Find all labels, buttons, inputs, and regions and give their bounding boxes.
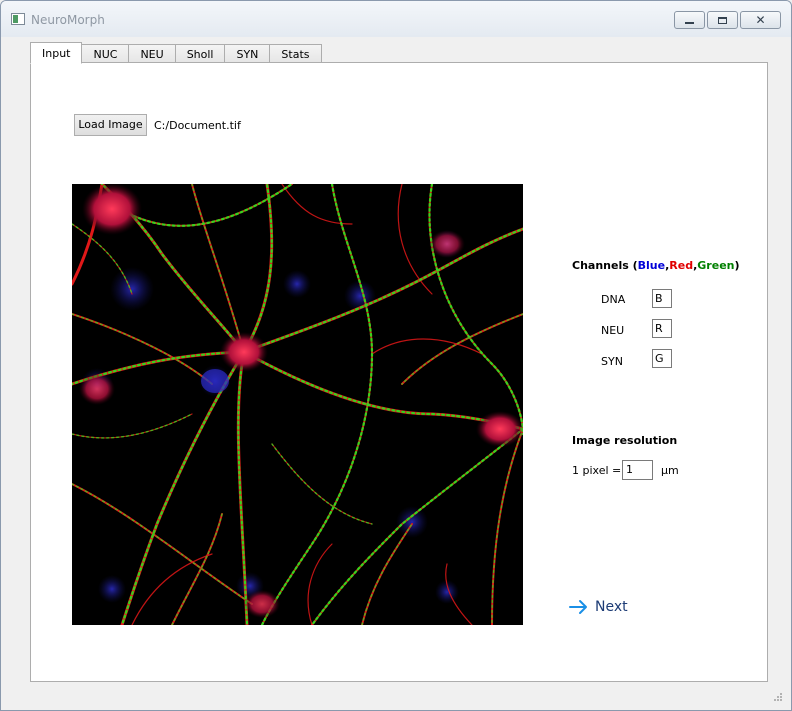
tab-neu[interactable]: NEU: [129, 44, 176, 63]
resolution-input[interactable]: 1: [622, 460, 653, 480]
title-bar: NeuroMorph ✕: [1, 1, 791, 37]
legend-red: Red: [669, 259, 694, 272]
tab-input[interactable]: Input: [30, 42, 83, 64]
tab-nuc[interactable]: NUC: [82, 44, 130, 63]
tab-bar: Input NUC NEU Sholl SYN Stats: [30, 42, 322, 64]
tab-stats[interactable]: Stats: [270, 44, 322, 63]
channel-label-dna: DNA: [601, 293, 626, 306]
channel-input-dna[interactable]: B: [652, 289, 672, 308]
minimize-icon: [685, 21, 694, 24]
neuron-image-graphic: [72, 184, 523, 625]
channels-title-text: Channels: [572, 259, 629, 272]
legend-blue: Blue: [637, 259, 666, 272]
channels-title: Channels (Blue,Red,Green): [572, 259, 740, 272]
file-path: C:/Document.tif: [154, 119, 241, 132]
channel-input-neu[interactable]: R: [652, 319, 672, 338]
resolution-unit: µm: [661, 464, 679, 477]
close-button[interactable]: ✕: [740, 11, 781, 29]
neuron-image: [72, 184, 523, 625]
channel-label-neu: NEU: [601, 324, 625, 337]
resolution-title: Image resolution: [572, 434, 678, 447]
resize-grip-icon[interactable]: [773, 692, 783, 702]
tab-sholl[interactable]: Sholl: [175, 44, 226, 63]
maximize-button[interactable]: [707, 11, 738, 29]
input-panel: Load Image C:/Document.tif Channels (Blu…: [30, 62, 768, 682]
channel-input-syn[interactable]: G: [652, 349, 672, 368]
load-image-button[interactable]: Load Image: [74, 114, 147, 136]
window-title: NeuroMorph: [31, 13, 105, 27]
app-icon: [11, 13, 25, 25]
next-label: Next: [595, 599, 628, 615]
arrow-right-icon: [569, 600, 587, 614]
maximize-icon: [718, 16, 727, 24]
app-window: NeuroMorph ✕ Input NUC NEU Sholl SYN Sta…: [0, 0, 792, 711]
minimize-button[interactable]: [674, 11, 705, 29]
legend-green: Green: [697, 259, 735, 272]
next-button[interactable]: Next: [569, 596, 633, 618]
channel-label-syn: SYN: [601, 355, 623, 368]
resolution-label: 1 pixel =: [572, 464, 622, 477]
window-controls: ✕: [674, 11, 781, 29]
close-icon: ✕: [755, 13, 766, 27]
tab-syn[interactable]: SYN: [225, 44, 271, 63]
